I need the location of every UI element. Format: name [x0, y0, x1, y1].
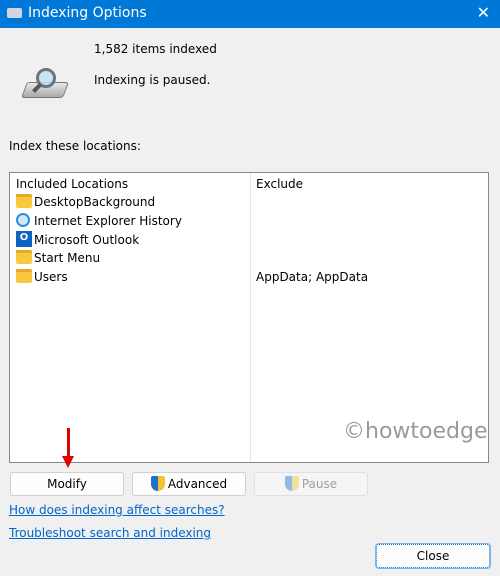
advanced-button[interactable]: Advanced [132, 472, 246, 496]
location-name: Microsoft Outlook [34, 233, 140, 247]
location-name: Internet Explorer History [34, 214, 182, 228]
troubleshoot-link[interactable]: Troubleshoot search and indexing [9, 526, 211, 540]
folder-icon [16, 250, 32, 264]
list-item[interactable]: DesktopBackground [10, 193, 488, 212]
list-item[interactable]: Users AppData; AppData [10, 268, 488, 287]
location-exclude: AppData; AppData [256, 270, 369, 284]
modify-label: Modify [47, 477, 87, 491]
locations-list[interactable]: Included Locations Exclude DesktopBackgr… [9, 172, 489, 463]
close-label: Close [416, 549, 450, 563]
internet-explorer-icon [16, 213, 30, 227]
indexing-status: Indexing is paused. [94, 73, 211, 87]
close-icon[interactable]: ✕ [477, 3, 490, 22]
close-button[interactable]: Close [376, 544, 490, 568]
window-title: Indexing Options [28, 5, 147, 21]
header-included[interactable]: Included Locations [16, 177, 128, 191]
location-name: Users [34, 270, 68, 284]
items-indexed-count: 1,582 items indexed [94, 42, 217, 56]
location-name: Start Menu [34, 251, 101, 265]
location-name: DesktopBackground [34, 195, 156, 209]
folder-icon [16, 269, 32, 283]
header-exclude[interactable]: Exclude [256, 177, 303, 191]
uac-shield-icon [150, 476, 165, 491]
list-item[interactable]: Start Menu [10, 249, 488, 268]
modify-button[interactable]: Modify [10, 472, 124, 496]
folder-icon [16, 194, 32, 208]
watermark: ©howtoedge [343, 419, 488, 444]
indexing-drive-icon [7, 8, 22, 18]
advanced-label: Advanced [167, 477, 228, 491]
list-item[interactable]: Internet Explorer History [10, 212, 488, 231]
red-arrow [67, 428, 70, 458]
uac-shield-icon [284, 476, 299, 491]
pause-label: Pause [301, 477, 338, 491]
red-arrow-head [62, 456, 74, 468]
outlook-icon: O [16, 231, 32, 247]
title-bar: Indexing Options ✕ [0, 0, 500, 28]
list-item[interactable]: O Microsoft Outlook [10, 231, 488, 250]
indexing-drive-icon [21, 68, 69, 102]
how-indexing-affects-link[interactable]: How does indexing affect searches? [9, 503, 225, 517]
pause-button[interactable]: Pause [254, 472, 368, 496]
locations-label: Index these locations: [9, 139, 141, 153]
